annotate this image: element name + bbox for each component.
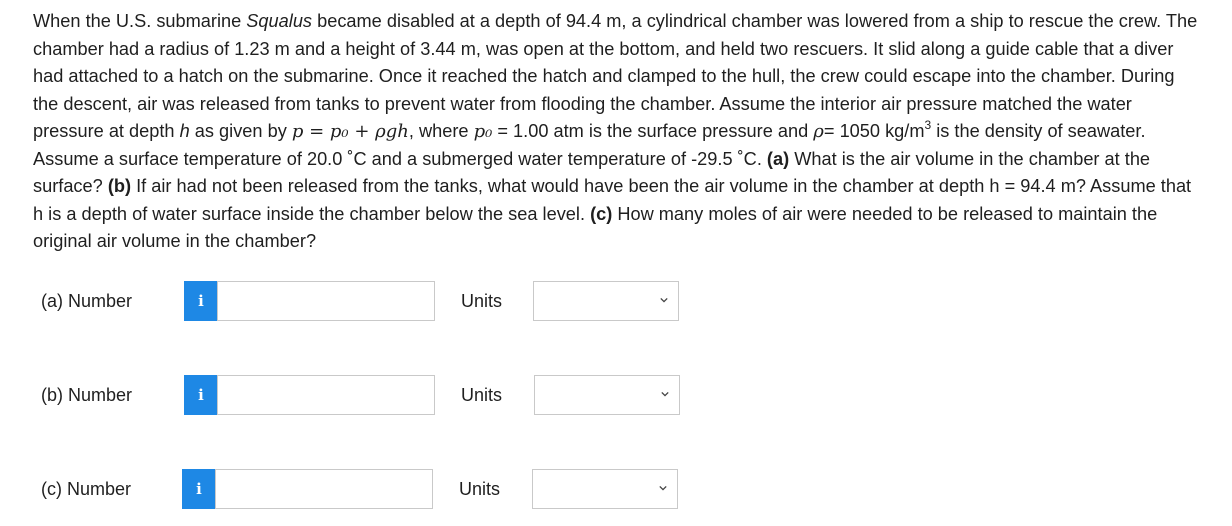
units-b-select[interactable]	[534, 375, 680, 415]
question-intro: When the U.S. submarine	[33, 11, 247, 31]
info-glyph: i	[198, 386, 204, 404]
answer-row-a: (a) Number i Units	[0, 281, 1232, 323]
question-text: When the U.S. submarine Squalus became d…	[33, 8, 1198, 256]
variable-p0: p₀	[473, 121, 493, 142]
answer-b-input[interactable]	[217, 375, 435, 415]
units-c-select[interactable]	[532, 469, 678, 509]
question-c-label: (c)	[590, 203, 613, 224]
variable-rho: ρ	[813, 121, 824, 142]
units-b-label: Units	[461, 385, 503, 405]
question-text-5: = 1050 kg/m	[823, 121, 925, 141]
part-b-label: (b) Number	[41, 385, 133, 405]
units-c-label: Units	[459, 479, 501, 499]
units-a-select[interactable]	[533, 281, 679, 321]
question-text-3: , where	[408, 121, 474, 141]
units-a-label: Units	[461, 291, 503, 311]
info-glyph: i	[196, 480, 202, 498]
info-icon[interactable]: i	[184, 375, 218, 415]
info-icon[interactable]: i	[184, 281, 218, 321]
ship-name: Squalus	[246, 11, 313, 31]
question-text-4: = 1.00 atm is the surface pressure and	[492, 121, 814, 141]
chevron-down-icon	[661, 391, 669, 397]
part-c-label: (c) Number	[41, 479, 132, 499]
answer-a-input[interactable]	[217, 281, 435, 321]
variable-h: h	[179, 121, 190, 141]
question-paragraph: When the U.S. submarine Squalus became d…	[33, 8, 1198, 256]
part-a-label: (a) Number	[41, 291, 133, 311]
info-glyph: i	[198, 292, 204, 310]
question-b-label: (b)	[107, 176, 132, 196]
question-text-2: as given by	[189, 121, 292, 141]
chevron-down-icon	[660, 297, 668, 303]
answer-row-c: (c) Number i Units	[0, 469, 1232, 511]
answer-c-input[interactable]	[215, 469, 433, 509]
chevron-down-icon	[659, 485, 667, 491]
answer-row-b: (b) Number i Units	[0, 375, 1232, 417]
info-icon[interactable]: i	[182, 469, 216, 509]
question-a-label: (a)	[766, 148, 790, 169]
pressure-formula: p = p₀ + ρgh	[291, 121, 409, 142]
